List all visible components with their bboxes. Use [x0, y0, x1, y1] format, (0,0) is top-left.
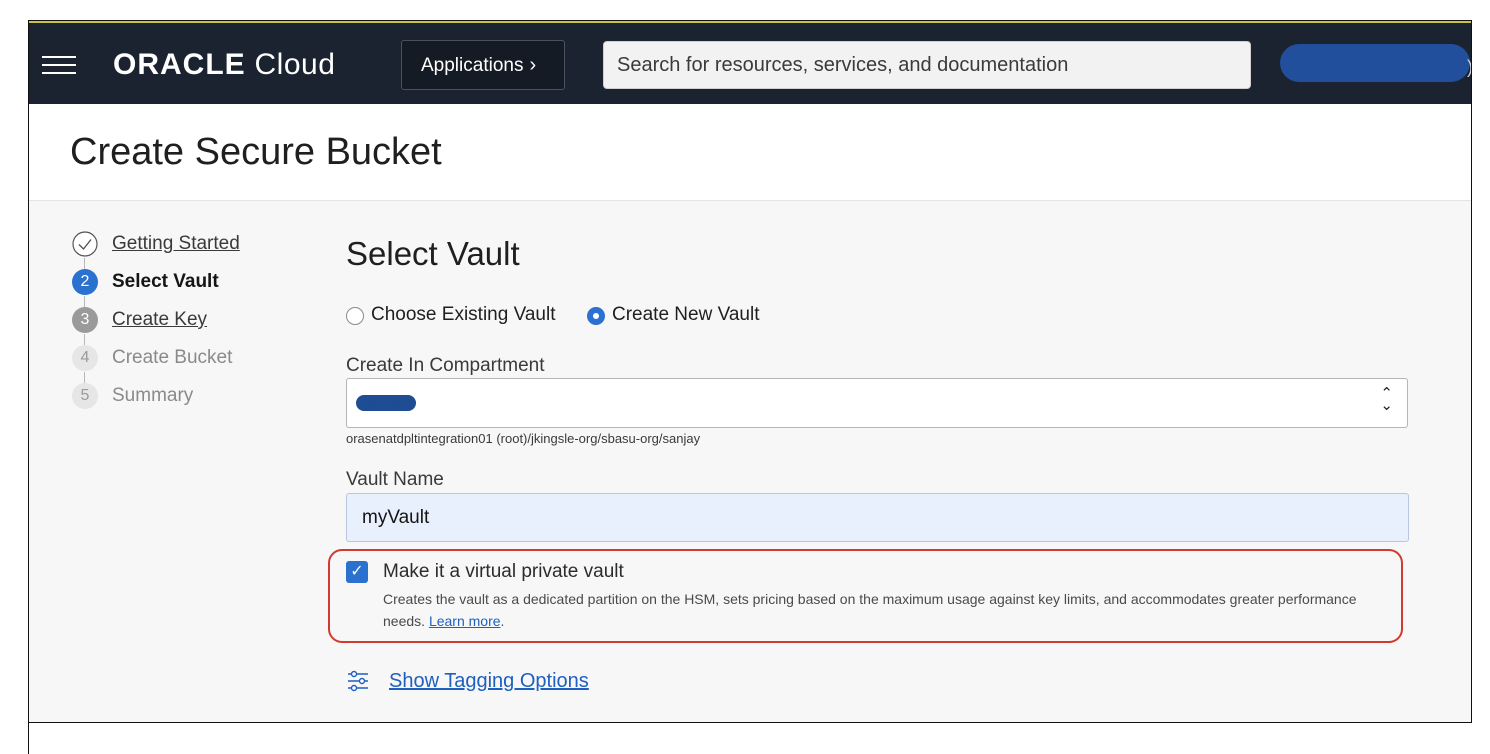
top-navigation-bar: ORACLE Cloud Applications › Search for re… [29, 21, 1471, 104]
page-title: Create Secure Bucket [70, 131, 442, 173]
section-title: Select Vault [346, 235, 520, 272]
description-text: Creates the vault as a dedicated partiti… [383, 591, 1357, 629]
vault-name-value: myVault [362, 507, 430, 528]
step-label: Select Vault [112, 271, 219, 292]
step-label: Summary [112, 385, 194, 406]
radio-choose-existing[interactable] [346, 307, 364, 325]
user-profile-button[interactable] [1280, 44, 1470, 82]
radio-create-new[interactable] [587, 307, 605, 325]
step-connector [84, 334, 85, 345]
chevron-right-icon: › [529, 54, 537, 76]
step-connector [84, 296, 85, 307]
virtual-private-vault-label[interactable]: Make it a virtual private vault [383, 561, 624, 583]
oracle-cloud-logo[interactable]: ORACLE Cloud [113, 48, 335, 82]
frame-edge [28, 722, 29, 754]
virtual-private-vault-checkbox[interactable]: ✓ [346, 561, 368, 583]
step-connector [84, 258, 85, 269]
compartment-label: Create In Compartment [346, 355, 545, 376]
user-edge-text: ) [1467, 57, 1471, 78]
show-tagging-options-link[interactable]: Show Tagging Options [389, 670, 589, 693]
step-label[interactable]: Create Key [112, 309, 207, 331]
search-placeholder: Search for resources, services, and docu… [617, 54, 1069, 76]
step-number: 3 [72, 307, 98, 333]
compartment-value: sanjay [356, 395, 416, 411]
step-connector [84, 372, 85, 383]
tagging-options-icon[interactable] [346, 669, 370, 693]
step-number: 5 [72, 383, 98, 409]
compartment-path: orasenatdpltintegration01 (root)/jkingsl… [346, 431, 701, 446]
virtual-private-vault-description: Creates the vault as a dedicated partiti… [383, 588, 1393, 632]
step-label[interactable]: Getting Started [112, 233, 240, 255]
checkmark-icon: ✓ [350, 563, 364, 580]
learn-more-link[interactable]: Learn more [429, 613, 501, 629]
logo-brand: ORACLE [113, 48, 246, 81]
vault-name-input[interactable]: myVault [346, 493, 1409, 542]
logo-product: Cloud [254, 48, 336, 81]
search-input[interactable]: Search for resources, services, and docu… [603, 41, 1251, 89]
radio-create-new-label[interactable]: Create New Vault [612, 304, 760, 326]
description-suffix: . [500, 613, 505, 629]
compartment-select[interactable]: sanjay ⌃ ⌄ [346, 378, 1408, 428]
radio-choose-existing-label[interactable]: Choose Existing Vault [371, 304, 555, 326]
select-arrows-icon: ⌃ ⌄ [1380, 385, 1393, 414]
vault-name-label: Vault Name [346, 469, 444, 490]
applications-button[interactable]: Applications › [401, 40, 565, 90]
hamburger-menu-icon[interactable] [42, 56, 76, 74]
applications-label: Applications [421, 55, 524, 76]
check-circle-icon [72, 231, 98, 257]
step-number: 2 [72, 269, 98, 295]
step-label: Create Bucket [112, 347, 233, 368]
app-window: ORACLE Cloud Applications › Search for re… [28, 20, 1472, 723]
page-header: Create Secure Bucket [29, 104, 1471, 201]
step-number: 4 [72, 345, 98, 371]
